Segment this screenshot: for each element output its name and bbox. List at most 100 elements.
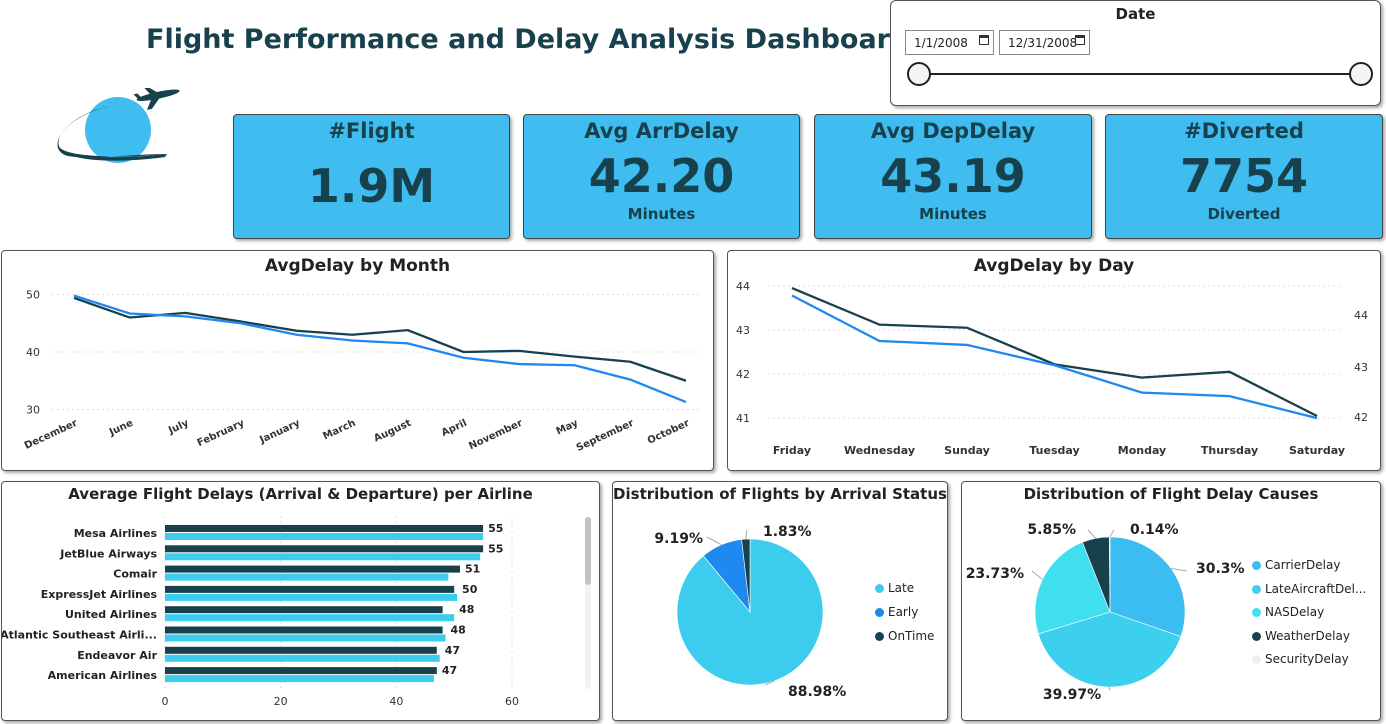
scrollbar-thumb[interactable] bbox=[585, 517, 591, 585]
legend-dot-icon bbox=[875, 584, 884, 593]
x-tick-label: Saturday bbox=[1289, 444, 1345, 457]
legend-item-carrier-delay[interactable]: CarrierDelay bbox=[1252, 558, 1340, 572]
legend-item-ontime[interactable]: OnTime bbox=[875, 629, 934, 643]
x-tick-label: April bbox=[440, 418, 469, 439]
category-label: ExpressJet Airlines bbox=[41, 588, 158, 601]
bar bbox=[165, 545, 484, 553]
x-tick-label: June bbox=[107, 418, 135, 439]
day-line-chart[interactable]: 44 43 42 41 44 43 42 Friday Wednesday Sunday Tuesd… bbox=[728, 251, 1380, 470]
legend-item-late-aircraft-delay[interactable]: LateAircraftDel... bbox=[1252, 582, 1366, 596]
legend-dot-icon bbox=[1252, 632, 1261, 641]
start-date-input[interactable]: 1/1/2008 bbox=[905, 30, 994, 55]
kpi-label: #Diverted bbox=[1184, 119, 1304, 143]
data-label: 47 bbox=[445, 644, 460, 657]
kpi-value: 42.20 bbox=[588, 149, 735, 203]
category-label: American Airlines bbox=[48, 669, 158, 682]
legend-dot-icon bbox=[1252, 561, 1261, 570]
bar bbox=[165, 525, 484, 532]
bar bbox=[165, 533, 484, 540]
kpi-card-flights: #Flight 1.9M bbox=[233, 114, 510, 239]
series-line bbox=[73, 296, 687, 382]
y-tick-label: 40 bbox=[26, 346, 40, 359]
delay-causes-pie[interactable]: 30.3% 39.97% 23.73% 5.85% 0.14% bbox=[962, 482, 1380, 720]
legend-dot-icon bbox=[1252, 655, 1261, 664]
bar bbox=[165, 675, 434, 683]
month-line-chart[interactable]: 50 40 30December June July February January Mar… bbox=[2, 251, 713, 470]
legend-label: Early bbox=[888, 605, 919, 619]
leader-line bbox=[1171, 568, 1188, 572]
date-filter-label: Date bbox=[1115, 5, 1156, 23]
data-label: 51 bbox=[465, 563, 480, 576]
legend-item-early[interactable]: Early bbox=[875, 605, 918, 619]
legend-dot-icon bbox=[875, 632, 884, 641]
end-date-value: 12/31/2008 bbox=[1008, 36, 1078, 50]
leader-line bbox=[1031, 570, 1043, 580]
kpi-value: 43.19 bbox=[880, 149, 1026, 203]
legend-dot-icon bbox=[875, 608, 884, 617]
bar bbox=[165, 585, 455, 593]
end-date-input[interactable]: 12/31/2008 bbox=[999, 30, 1090, 55]
x-tick-label: Monday bbox=[1118, 444, 1166, 457]
kpi-unit: Minutes bbox=[919, 205, 987, 223]
bar bbox=[165, 553, 481, 561]
leader-line bbox=[1109, 529, 1115, 538]
bar bbox=[165, 593, 458, 601]
date-slider-end-handle[interactable] bbox=[1349, 62, 1373, 86]
slice-label: 30.3% bbox=[1196, 561, 1245, 577]
y2-tick-label: 42 bbox=[1354, 411, 1368, 424]
y-tick-label: 44 bbox=[736, 280, 750, 293]
delay-causes-panel: Distribution of Flight Delay Causes 30.3… bbox=[961, 481, 1381, 721]
legend-item-security-delay[interactable]: SecurityDelay bbox=[1252, 652, 1349, 666]
y-tick-label: 42 bbox=[736, 368, 750, 381]
slice-label: 5.85% bbox=[1027, 522, 1076, 538]
page-title: Flight Performance and Delay Analysis Da… bbox=[146, 24, 910, 55]
airline-chart-panel: Average Flight Delays (Arrival & Departu… bbox=[1, 481, 600, 721]
bar bbox=[165, 654, 440, 662]
calendar-icon[interactable] bbox=[1075, 35, 1085, 45]
date-slider-track[interactable] bbox=[919, 73, 1361, 75]
calendar-icon[interactable] bbox=[979, 35, 989, 45]
day-chart-panel: AvgDelay by Day 44 43 42 41 44 43 42 Friday Wedn… bbox=[727, 250, 1381, 471]
kpi-card-avg-dep-delay: Avg DepDelay 43.19 Minutes bbox=[814, 114, 1092, 239]
legend-item-weather-delay[interactable]: WeatherDelay bbox=[1252, 629, 1350, 643]
series-line bbox=[791, 294, 1318, 420]
series-line bbox=[791, 286, 1318, 417]
kpi-label: #Flight bbox=[328, 119, 415, 143]
legend-item-nas-delay[interactable]: NASDelay bbox=[1252, 605, 1324, 619]
leader-line bbox=[745, 529, 748, 540]
airline-bar-chart[interactable]: 0 20 40 60 Mesa Airlines 55 JetBlue Airways 55 C… bbox=[2, 482, 599, 720]
leader-line bbox=[1108, 686, 1111, 691]
arrival-status-pie[interactable]: 88.98% 9.19% 1.83% bbox=[613, 482, 947, 720]
month-chart-panel: AvgDelay by Month 50 40 30 December June July… bbox=[1, 250, 714, 471]
bar bbox=[165, 646, 437, 654]
x-tick-label: January bbox=[257, 418, 302, 447]
date-filter-panel: Date 1/1/2008 12/31/2008 bbox=[890, 0, 1381, 106]
x-tick-label: May bbox=[555, 418, 581, 438]
x-tick-label: February bbox=[196, 418, 247, 450]
date-slider-start-handle[interactable] bbox=[907, 62, 931, 86]
legend-dot-icon bbox=[1252, 608, 1261, 617]
kpi-label: Avg ArrDelay bbox=[584, 119, 739, 143]
data-label: 47 bbox=[442, 664, 457, 677]
bar bbox=[165, 565, 460, 573]
category-label: JetBlue Airways bbox=[59, 547, 157, 560]
scrollbar-track[interactable] bbox=[585, 517, 591, 689]
bar bbox=[165, 634, 446, 642]
data-label: 48 bbox=[450, 624, 465, 637]
legend-label: LateAircraftDel... bbox=[1265, 582, 1367, 596]
slice-label: 0.14% bbox=[1130, 522, 1179, 538]
legend-item-late[interactable]: Late bbox=[875, 581, 914, 595]
y-tick-label: 41 bbox=[736, 412, 750, 425]
data-label: 48 bbox=[459, 603, 474, 616]
x-tick-label: Wednesday bbox=[844, 444, 915, 457]
y-tick-label: 50 bbox=[26, 289, 40, 302]
x-tick-label: October bbox=[646, 418, 691, 447]
arrival-status-panel: Distribution of Flights by Arrival Statu… bbox=[612, 481, 948, 721]
x-tick-label: September bbox=[575, 418, 636, 454]
category-label: Endeavor Air bbox=[77, 649, 157, 662]
kpi-unit: Minutes bbox=[627, 205, 696, 223]
kpi-unit: Diverted bbox=[1207, 205, 1281, 223]
kpi-value: 7754 bbox=[1179, 149, 1309, 203]
category-label: United Airlines bbox=[65, 608, 157, 621]
x-tick-label: Tuesday bbox=[1029, 444, 1079, 457]
